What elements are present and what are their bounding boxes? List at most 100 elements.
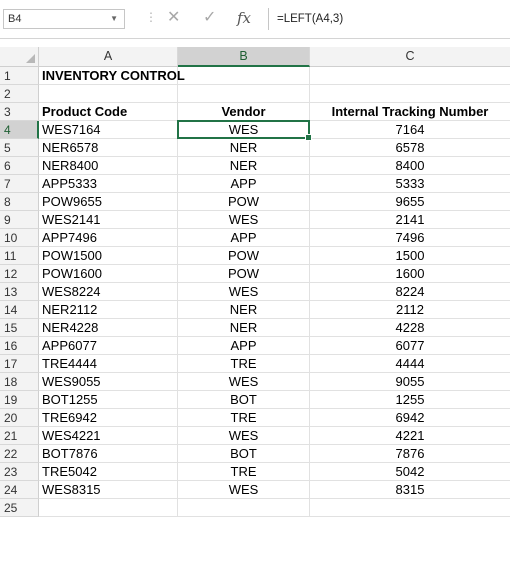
cell-a7[interactable]: APP5333 xyxy=(39,175,178,193)
cell-b5[interactable]: NER xyxy=(178,139,310,157)
cell-c19[interactable]: 1255 xyxy=(310,391,510,409)
cell-c15[interactable]: 4228 xyxy=(310,319,510,337)
cell-b10[interactable]: APP xyxy=(178,229,310,247)
cell-b8[interactable]: POW xyxy=(178,193,310,211)
name-box[interactable]: B4 ▼ xyxy=(3,9,125,29)
cell-b18[interactable]: WES xyxy=(178,373,310,391)
cell-c10[interactable]: 7496 xyxy=(310,229,510,247)
cell-b3[interactable]: Vendor xyxy=(178,103,310,121)
row-header[interactable]: 5 xyxy=(0,139,39,157)
cell-a20[interactable]: TRE6942 xyxy=(39,409,178,427)
row-header[interactable]: 3 xyxy=(0,103,39,121)
cell-c21[interactable]: 4221 xyxy=(310,427,510,445)
row-header[interactable]: 12 xyxy=(0,265,39,283)
cell-a8[interactable]: POW9655 xyxy=(39,193,178,211)
cell-c11[interactable]: 1500 xyxy=(310,247,510,265)
row-header[interactable]: 16 xyxy=(0,337,39,355)
cell-b14[interactable]: NER xyxy=(178,301,310,319)
cell-c22[interactable]: 7876 xyxy=(310,445,510,463)
cell-c4[interactable]: 7164 xyxy=(310,121,510,139)
row-header[interactable]: 20 xyxy=(0,409,39,427)
row-header[interactable]: 2 xyxy=(0,85,39,103)
row-header[interactable]: 19 xyxy=(0,391,39,409)
cell-b24[interactable]: WES xyxy=(178,481,310,499)
insert-function-icon[interactable]: fx xyxy=(237,8,251,28)
cell-b23[interactable]: TRE xyxy=(178,463,310,481)
row-header[interactable]: 8 xyxy=(0,193,39,211)
cell-a5[interactable]: NER6578 xyxy=(39,139,178,157)
cell-c18[interactable]: 9055 xyxy=(310,373,510,391)
cell-b16[interactable]: APP xyxy=(178,337,310,355)
cell-c7[interactable]: 5333 xyxy=(310,175,510,193)
cell-b21[interactable]: WES xyxy=(178,427,310,445)
row-header[interactable]: 7 xyxy=(0,175,39,193)
cancel-icon[interactable]: ✕ xyxy=(167,8,180,28)
row-header[interactable]: 10 xyxy=(0,229,39,247)
formula-input[interactable]: =LEFT(A4,3) xyxy=(268,8,510,30)
cell-a25[interactable] xyxy=(39,499,178,517)
cell-b2[interactable] xyxy=(178,85,310,103)
cell-a6[interactable]: NER8400 xyxy=(39,157,178,175)
cell-c5[interactable]: 6578 xyxy=(310,139,510,157)
cell-c23[interactable]: 5042 xyxy=(310,463,510,481)
row-header[interactable]: 11 xyxy=(0,247,39,265)
cell-a10[interactable]: APP7496 xyxy=(39,229,178,247)
row-header[interactable]: 17 xyxy=(0,355,39,373)
cell-a9[interactable]: WES2141 xyxy=(39,211,178,229)
row-header[interactable]: 24 xyxy=(0,481,39,499)
cell-a3[interactable]: Product Code xyxy=(39,103,178,121)
cell-b15[interactable]: NER xyxy=(178,319,310,337)
cell-a19[interactable]: BOT1255 xyxy=(39,391,178,409)
cell-c25[interactable] xyxy=(310,499,510,517)
row-header[interactable]: 9 xyxy=(0,211,39,229)
row-header[interactable]: 1 xyxy=(0,67,39,85)
row-header[interactable]: 21 xyxy=(0,427,39,445)
cell-a17[interactable]: TRE4444 xyxy=(39,355,178,373)
cell-a1[interactable]: INVENTORY CONTROL xyxy=(39,67,185,85)
cell-a24[interactable]: WES8315 xyxy=(39,481,178,499)
cell-a16[interactable]: APP6077 xyxy=(39,337,178,355)
cell-c12[interactable]: 1600 xyxy=(310,265,510,283)
row-header[interactable]: 22 xyxy=(0,445,39,463)
cell-b17[interactable]: TRE xyxy=(178,355,310,373)
row-header[interactable]: 14 xyxy=(0,301,39,319)
cell-a2[interactable] xyxy=(39,85,178,103)
cell-c9[interactable]: 2141 xyxy=(310,211,510,229)
cell-b12[interactable]: POW xyxy=(178,265,310,283)
cell-a21[interactable]: WES4221 xyxy=(39,427,178,445)
cell-a14[interactable]: NER2112 xyxy=(39,301,178,319)
row-header[interactable]: 18 xyxy=(0,373,39,391)
cell-b13[interactable]: WES xyxy=(178,283,310,301)
cell-a13[interactable]: WES8224 xyxy=(39,283,178,301)
cell-b19[interactable]: BOT xyxy=(178,391,310,409)
enter-icon[interactable]: ✓ xyxy=(203,8,216,28)
cell-c1[interactable] xyxy=(310,67,510,85)
row-header[interactable]: 25 xyxy=(0,499,39,517)
cell-c14[interactable]: 2112 xyxy=(310,301,510,319)
row-header[interactable]: 23 xyxy=(0,463,39,481)
cell-c2[interactable] xyxy=(310,85,510,103)
row-header[interactable]: 4 xyxy=(0,121,39,139)
select-all-button[interactable] xyxy=(0,47,39,66)
cell-b11[interactable]: POW xyxy=(178,247,310,265)
cell-c24[interactable]: 8315 xyxy=(310,481,510,499)
cell-b1[interactable] xyxy=(178,67,310,85)
cell-b4[interactable]: WES xyxy=(178,121,310,139)
chevron-down-icon[interactable]: ▼ xyxy=(110,10,118,28)
cell-a12[interactable]: POW1600 xyxy=(39,265,178,283)
column-header-a[interactable]: A xyxy=(39,47,178,66)
cell-b22[interactable]: BOT xyxy=(178,445,310,463)
cell-a4[interactable]: WES7164 xyxy=(39,121,178,139)
row-header[interactable]: 6 xyxy=(0,157,39,175)
cell-c20[interactable]: 6942 xyxy=(310,409,510,427)
column-header-c[interactable]: C xyxy=(310,47,510,66)
column-header-b[interactable]: B xyxy=(178,47,310,67)
cell-a22[interactable]: BOT7876 xyxy=(39,445,178,463)
cell-c13[interactable]: 8224 xyxy=(310,283,510,301)
cell-a23[interactable]: TRE5042 xyxy=(39,463,178,481)
cell-c16[interactable]: 6077 xyxy=(310,337,510,355)
cell-a11[interactable]: POW1500 xyxy=(39,247,178,265)
cell-c8[interactable]: 9655 xyxy=(310,193,510,211)
cell-b6[interactable]: NER xyxy=(178,157,310,175)
cell-c3[interactable]: Internal Tracking Number xyxy=(310,103,510,121)
